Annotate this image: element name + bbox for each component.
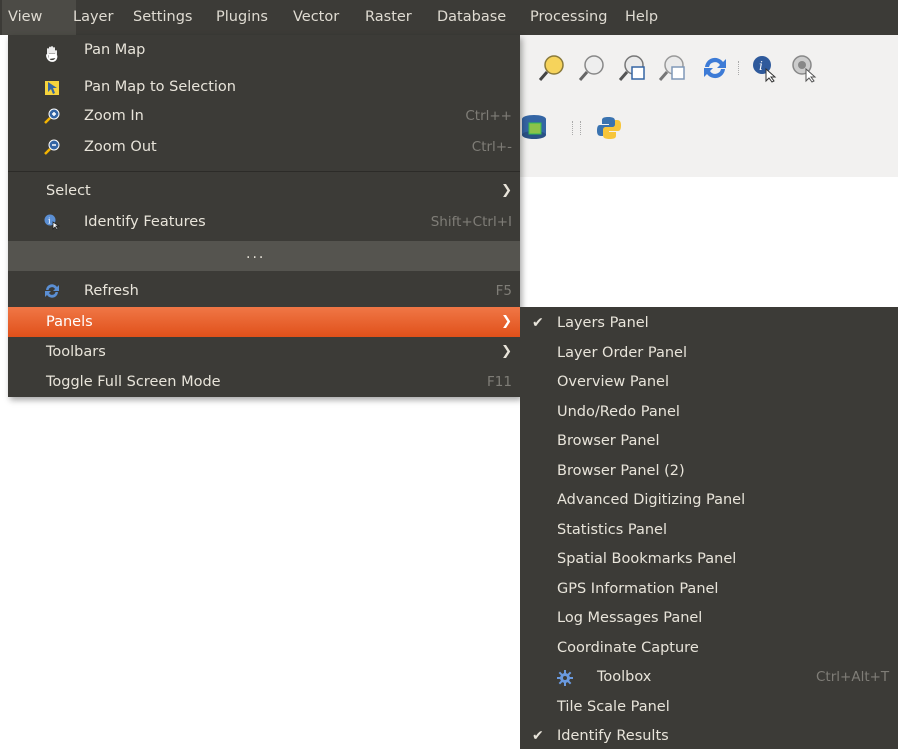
menu-item-label: Toggle Full Screen Mode [46, 374, 221, 390]
menu-item-label: Toolbars [46, 344, 106, 360]
menu-item-toggle-full-screen[interactable]: Toggle Full Screen Mode F11 [8, 367, 520, 397]
submenu-item-label: Browser Panel [557, 433, 660, 449]
submenu-item-browser-panel-2[interactable]: Browser Panel (2) [520, 457, 898, 487]
submenu-item-tile-scale-panel[interactable]: Tile Scale Panel [520, 693, 898, 723]
menu-database[interactable]: Database [437, 0, 506, 35]
menu-item-toolbars[interactable]: Toolbars ❯ [8, 337, 520, 367]
submenu-item-label: Tile Scale Panel [557, 698, 670, 715]
submenu-item-label: Coordinate Capture [557, 639, 699, 656]
action-icon[interactable] [790, 53, 820, 83]
more-items-label: ... [246, 246, 266, 262]
chevron-right-icon: ❯ [501, 183, 512, 198]
menu-item-label: Select [46, 183, 91, 199]
pan-selection-icon [45, 81, 59, 95]
menu-vector[interactable]: Vector [293, 0, 339, 35]
submenu-item-label: Advanced Digitizing Panel [557, 492, 746, 508]
submenu-item-label: Layers Panel [557, 315, 649, 331]
submenu-item-label: Browser Panel (2) [557, 462, 685, 479]
submenu-item-browser-panel[interactable]: Browser Panel [520, 427, 898, 457]
svg-text:i: i [759, 59, 763, 73]
menu-help[interactable]: Help [625, 0, 658, 35]
python-console-icon[interactable] [596, 115, 622, 141]
chevron-right-icon: ❯ [501, 344, 512, 359]
submenu-item-coordinate-capture[interactable]: Coordinate Capture [520, 634, 898, 664]
menu-processing[interactable]: Processing [530, 0, 607, 35]
menu-layer[interactable]: Layer [73, 0, 113, 35]
menu-separator [8, 171, 520, 172]
menu-item-zoom-in[interactable]: Zoom In Ctrl++ [8, 103, 520, 133]
database-icon[interactable] [520, 113, 548, 141]
menu-item-identify-features[interactable]: i Identify Features Shift+Ctrl+I [8, 207, 520, 237]
submenu-item-label: Identify Results [557, 728, 669, 744]
menu-view[interactable]: View [2, 0, 76, 35]
submenu-item-label: Overview Panel [557, 374, 669, 390]
menu-item-label: Panels [46, 314, 93, 330]
pan-hand-icon [46, 46, 58, 62]
zoom-in-icon [44, 108, 60, 124]
refresh-icon[interactable] [700, 53, 730, 83]
submenu-item-label: GPS Information Panel [557, 580, 719, 597]
menu-item-label: Pan Map [84, 42, 146, 58]
identify-icon: i [44, 214, 60, 230]
menu-item-refresh[interactable]: Refresh F5 [8, 276, 520, 306]
submenu-item-shortcut: Ctrl+Alt+T [816, 669, 890, 685]
checkmark-icon: ✔ [532, 728, 544, 744]
svg-text:i: i [48, 217, 51, 226]
menu-raster[interactable]: Raster [365, 0, 412, 35]
zoom-next-icon[interactable] [658, 53, 688, 83]
menu-item-shortcut: Ctrl+- [471, 139, 512, 155]
identify-icon[interactable]: i [750, 53, 780, 83]
submenu-item-layers-panel[interactable]: ✔ Layers Panel [520, 309, 898, 339]
gear-icon [557, 670, 573, 686]
checkmark-icon: ✔ [532, 315, 544, 331]
submenu-item-label: Layer Order Panel [557, 344, 687, 361]
submenu-item-advanced-digitizing-panel[interactable]: Advanced Digitizing Panel [520, 486, 898, 516]
menu-item-pan-map[interactable]: Pan Map [8, 41, 520, 71]
menu-item-shortcut: Shift+Ctrl+I [430, 214, 512, 230]
submenu-item-identify-results[interactable]: ✔ Identify Results [520, 722, 898, 752]
zoom-last-icon[interactable] [578, 53, 608, 83]
refresh-icon [45, 284, 59, 298]
menu-item-panels[interactable]: Panels ❯ [8, 307, 520, 337]
zoom-previous-icon[interactable] [618, 53, 648, 83]
submenu-item-label: Spatial Bookmarks Panel [557, 551, 737, 567]
toolbar-area: i [518, 35, 898, 177]
zoom-full-icon[interactable] [538, 53, 568, 83]
menu-settings[interactable]: Settings [133, 0, 192, 35]
menu-plugins[interactable]: Plugins [216, 0, 268, 35]
menu-item-shortcut: F5 [495, 283, 512, 299]
submenu-item-label: Statistics Panel [557, 521, 668, 538]
menu-item-shortcut: Ctrl++ [465, 108, 512, 124]
chevron-right-icon: ❯ [501, 314, 512, 329]
submenu-item-label: Undo/Redo Panel [557, 403, 680, 420]
submenu-item-label: Log Messages Panel [557, 610, 703, 626]
menu-overflow-row[interactable]: ... [8, 241, 520, 271]
menu-item-label: Zoom Out [84, 139, 157, 155]
submenu-item-toolbox[interactable]: Toolbox Ctrl+Alt+T [520, 663, 898, 693]
menu-item-select[interactable]: Select ❯ [8, 176, 520, 206]
submenu-item-statistics-panel[interactable]: Statistics Panel [520, 516, 898, 546]
menu-item-shortcut: F11 [487, 374, 512, 390]
zoom-out-icon [44, 139, 60, 155]
menu-item-zoom-out[interactable]: Zoom Out Ctrl+- [8, 134, 520, 164]
menubar: View Layer Settings Plugins Vector Raste… [0, 0, 898, 35]
submenu-item-layer-order-panel[interactable]: Layer Order Panel [520, 339, 898, 369]
submenu-item-log-messages-panel[interactable]: Log Messages Panel [520, 604, 898, 634]
submenu-item-overview-panel[interactable]: Overview Panel [520, 368, 898, 398]
submenu-item-gps-information-panel[interactable]: GPS Information Panel [520, 575, 898, 605]
submenu-item-undo-redo-panel[interactable]: Undo/Redo Panel [520, 398, 898, 428]
panels-submenu: ✔ Layers Panel Layer Order Panel Overvie… [520, 307, 898, 749]
menu-item-pan-map-to-selection[interactable]: Pan Map to Selection [8, 72, 520, 102]
submenu-item-spatial-bookmarks-panel[interactable]: Spatial Bookmarks Panel [520, 545, 898, 575]
menu-item-label: Zoom In [84, 108, 144, 124]
menu-item-label: Refresh [84, 283, 139, 299]
view-menu: Pan Map Pan Map to Selection Zoom In Ctr… [8, 35, 520, 397]
menu-item-label: Identify Features [84, 214, 206, 230]
submenu-item-label: Toolbox [597, 669, 652, 685]
menu-item-label: Pan Map to Selection [84, 79, 236, 95]
